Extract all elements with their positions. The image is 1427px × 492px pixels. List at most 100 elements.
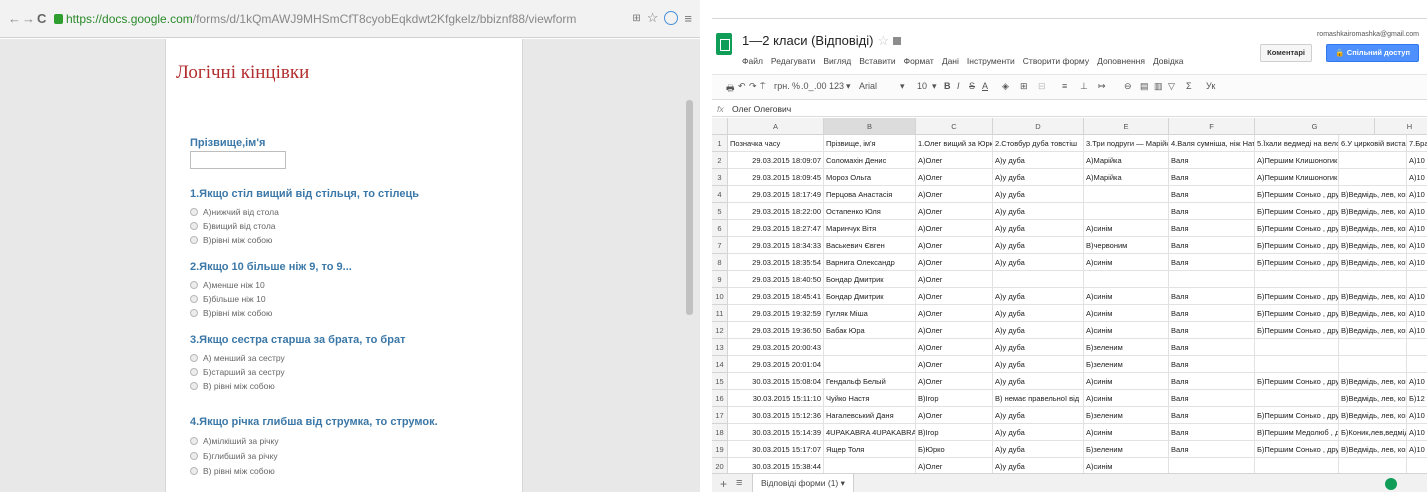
table-cell[interactable]: А)Олег: [916, 237, 993, 254]
table-cell[interactable]: Валя: [1169, 169, 1255, 186]
align-horizontal-icon[interactable]: ≡: [1062, 81, 1067, 91]
number-format-dropdown[interactable]: 123: [829, 81, 844, 91]
menu-form[interactable]: Створити форму: [1023, 56, 1089, 66]
forward-icon[interactable]: →: [22, 12, 35, 26]
table-cell[interactable]: А)10 р: [1407, 288, 1427, 305]
table-cell[interactable]: Б)Першим Сонько , другим — Кл: [1255, 407, 1339, 424]
table-cell[interactable]: А)Олег: [916, 305, 993, 322]
column-header-c[interactable]: C: [916, 118, 993, 135]
font-size-dropdown[interactable]: 10: [917, 81, 927, 91]
table-cell[interactable]: А)у дуба: [993, 424, 1084, 441]
increase-decimal-button[interactable]: .00: [814, 81, 827, 91]
table-cell[interactable]: В)Ігор: [916, 390, 993, 407]
table-cell[interactable]: А)у дуба: [993, 254, 1084, 271]
table-cell[interactable]: А)у дуба: [993, 407, 1084, 424]
table-cell[interactable]: А)10 р: [1407, 237, 1427, 254]
row-number[interactable]: 4: [712, 186, 728, 203]
spreadsheet-grid[interactable]: A B C D E F G H 1 Позначка часу Прізвище…: [712, 118, 1427, 475]
currency-button[interactable]: грн.: [774, 81, 790, 91]
radio-icon[interactable]: [190, 236, 198, 244]
all-sheets-icon[interactable]: ≡: [736, 477, 742, 489]
table-cell[interactable]: А)у дуба: [993, 339, 1084, 356]
table-cell[interactable]: А)у дуба: [993, 288, 1084, 305]
question-1-option-c[interactable]: В)рівні між собою: [190, 235, 272, 245]
page-scrollbar[interactable]: [686, 100, 693, 315]
table-cell[interactable]: Валя: [1169, 356, 1255, 373]
menu-file[interactable]: Файл: [742, 56, 763, 66]
table-cell[interactable]: Валя: [1169, 186, 1255, 203]
question-4-option-b[interactable]: Б)глибший за річку: [190, 451, 278, 461]
italic-button[interactable]: I: [957, 81, 960, 91]
header-cell[interactable]: 5.Їхали ведмеді на велосипеді —: [1255, 135, 1339, 152]
table-cell[interactable]: Б)зеленим: [1084, 407, 1169, 424]
table-cell[interactable]: Б)Першим Сонько , другим — Кл: [1255, 220, 1339, 237]
row-number[interactable]: 16: [712, 390, 728, 407]
fill-color-icon[interactable]: ◈: [1002, 81, 1009, 92]
table-cell[interactable]: А)Олег: [916, 356, 993, 373]
table-cell[interactable]: Бондар Дмитрик: [824, 288, 916, 305]
table-cell[interactable]: Б)Першим Сонько , другим — Кл: [1255, 288, 1339, 305]
table-cell[interactable]: А)синім: [1084, 288, 1169, 305]
text-color-button[interactable]: A: [982, 81, 988, 91]
link-icon[interactable]: ⊖: [1124, 81, 1132, 92]
row-number[interactable]: 17: [712, 407, 728, 424]
table-cell[interactable]: А)Олег: [916, 203, 993, 220]
table-cell[interactable]: 29.03.2015 18:09:07: [728, 152, 824, 169]
table-cell[interactable]: [1255, 271, 1339, 288]
question-2-option-a[interactable]: А)менше ніж 10: [190, 280, 265, 290]
menu-view[interactable]: Вигляд: [823, 56, 851, 66]
table-cell[interactable]: Валя: [1169, 390, 1255, 407]
radio-icon[interactable]: [190, 452, 198, 460]
menu-help[interactable]: Довідка: [1153, 56, 1184, 66]
table-cell[interactable]: А)10 р: [1407, 305, 1427, 322]
table-cell[interactable]: Б)Юрко: [916, 441, 993, 458]
table-cell[interactable]: [1407, 356, 1427, 373]
row-number[interactable]: 15: [712, 373, 728, 390]
row-number[interactable]: 11: [712, 305, 728, 322]
table-cell[interactable]: Валя: [1169, 441, 1255, 458]
explore-icon[interactable]: [1385, 478, 1397, 490]
table-cell[interactable]: В) немає правельної від: [993, 390, 1084, 407]
column-header-e[interactable]: E: [1084, 118, 1169, 135]
table-cell[interactable]: А)Першим Клишоногик, другим – А)Лев,ведм…: [1255, 169, 1339, 186]
bookmark-star-icon[interactable]: ☆: [647, 10, 659, 26]
radio-icon[interactable]: [190, 295, 198, 303]
table-cell[interactable]: Соломахін Денис: [824, 152, 916, 169]
question-4-option-a[interactable]: А)мілкіший за річку: [190, 436, 279, 446]
chevron-down-icon[interactable]: ▾: [932, 81, 937, 92]
table-cell[interactable]: А)10 р: [1407, 203, 1427, 220]
table-cell[interactable]: [1169, 271, 1255, 288]
question-3-option-c[interactable]: В) рівні між собою: [190, 381, 275, 391]
table-cell[interactable]: В)Ведмідь, лев, коник: [1339, 288, 1407, 305]
table-cell[interactable]: А)Олег: [916, 152, 993, 169]
header-cell[interactable]: Прізвище, ім'я: [824, 135, 916, 152]
table-cell[interactable]: 30.03.2015 15:17:07: [728, 441, 824, 458]
table-cell[interactable]: Б)Першим Сонько , другим — Кл: [1255, 305, 1339, 322]
table-cell[interactable]: Ящер Толя: [824, 441, 916, 458]
column-header-d[interactable]: D: [993, 118, 1084, 135]
table-cell[interactable]: В)Першим Медолюб , другим —: [1255, 424, 1339, 441]
header-cell[interactable]: Позначка часу: [728, 135, 824, 152]
table-cell[interactable]: А)Олег: [916, 254, 993, 271]
table-cell[interactable]: 30.03.2015 15:11:10: [728, 390, 824, 407]
chevron-down-icon[interactable]: ▾: [846, 81, 851, 92]
table-cell[interactable]: Б)Першим Сонько , другим — Кл: [1255, 254, 1339, 271]
menu-icon[interactable]: ≡: [684, 11, 692, 26]
table-cell[interactable]: Валя: [1169, 152, 1255, 169]
column-header-b[interactable]: B: [824, 118, 916, 135]
merge-cells-icon[interactable]: ⊟: [1038, 81, 1046, 92]
table-cell[interactable]: А)у дуба: [993, 220, 1084, 237]
radio-icon[interactable]: [190, 467, 198, 475]
row-number[interactable]: 5: [712, 203, 728, 220]
reload-icon[interactable]: C: [37, 12, 46, 26]
table-cell[interactable]: А)Олег: [916, 373, 993, 390]
table-cell[interactable]: [1407, 271, 1427, 288]
table-cell[interactable]: А)у дуба: [993, 373, 1084, 390]
table-cell[interactable]: Мороз Ольга: [824, 169, 916, 186]
table-cell[interactable]: Гендальф Белый: [824, 373, 916, 390]
column-header-f[interactable]: F: [1169, 118, 1255, 135]
table-cell[interactable]: А)у дуба: [993, 203, 1084, 220]
table-cell[interactable]: А)10 р: [1407, 254, 1427, 271]
table-cell[interactable]: А)10 р: [1407, 186, 1427, 203]
star-icon[interactable]: ☆: [877, 33, 889, 48]
